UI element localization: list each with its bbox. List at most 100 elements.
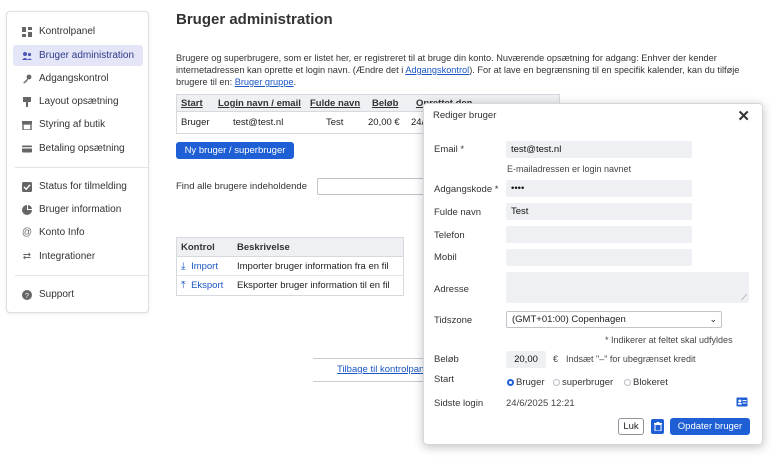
cell-start: Bruger xyxy=(181,117,210,128)
cell-fullname: Test xyxy=(326,117,344,128)
paintbrush-icon xyxy=(22,96,32,107)
sidebar-item-status-for-tilmelding[interactable]: Status for tilmelding xyxy=(13,176,143,197)
column-header-start[interactable]: Start xyxy=(181,95,203,112)
email-label: Email * xyxy=(434,144,465,155)
radio-superbruger[interactable]: superbruger xyxy=(553,377,613,388)
arrows-icon: ⇄ xyxy=(22,251,32,262)
pie-chart-icon xyxy=(22,204,32,215)
phone-field[interactable] xyxy=(506,226,692,243)
new-user-button[interactable]: Ny bruger / superbruger xyxy=(176,142,294,159)
address-field[interactable]: ⟋ xyxy=(506,272,749,303)
password-label: Adgangskode * xyxy=(434,184,499,195)
phone-label: Telefon xyxy=(434,230,465,241)
edit-user-dialog: Rediger bruger ✕ Email * test@test.nl E-… xyxy=(423,103,763,445)
fullname-label: Fulde navn xyxy=(434,207,482,218)
find-users-label: Find alle brugere indeholdende xyxy=(176,181,307,192)
divider xyxy=(313,381,425,382)
checkbox-icon xyxy=(22,181,32,192)
sidebar-item-label: Support xyxy=(39,289,75,300)
radio-label: superbruger xyxy=(562,377,614,388)
column-header-login[interactable]: Login navn / email xyxy=(218,95,301,112)
dashboard-icon xyxy=(22,26,32,37)
id-card-icon[interactable] xyxy=(736,397,748,410)
sidebar-item-support[interactable]: ? Support xyxy=(13,284,143,305)
radio-bruger[interactable]: Bruger xyxy=(507,377,545,388)
timezone-select[interactable]: (GMT+01:00) Copenhagen ⌄ xyxy=(506,311,722,328)
amount-hint: Indsæt "–" for ubegrænset kredit xyxy=(566,354,696,364)
upload-icon: ⤒ xyxy=(181,280,186,291)
sidebar-item-integrationer[interactable]: ⇄ Integrationer xyxy=(13,246,143,267)
last-login-value: 24/6/2025 12:21 xyxy=(506,398,575,409)
at-icon: @ xyxy=(21,227,33,238)
export-label: Eksport xyxy=(191,280,224,291)
page-title: Bruger administration xyxy=(176,11,333,28)
sidebar-item-label: Status for tilmelding xyxy=(39,181,127,192)
back-to-dashboard-link[interactable]: Tilbage til kontrolpanel xyxy=(337,364,425,375)
key-icon xyxy=(22,74,32,84)
sidebar-item-label: Kontrolpanel xyxy=(39,26,96,37)
cell-description: Importer bruger information fra en fil xyxy=(237,261,389,272)
email-field[interactable]: test@test.nl xyxy=(506,141,692,158)
start-label: Start xyxy=(434,374,455,385)
update-user-button[interactable]: Opdater bruger xyxy=(670,418,750,435)
column-header-control: Kontrol xyxy=(181,242,215,253)
control-table: Kontrol Beskrivelse ⤓ Import Importer br… xyxy=(176,237,404,296)
download-icon: ⤓ xyxy=(181,261,186,272)
radio-selected-icon xyxy=(507,379,514,386)
sidebar-item-label: Bruger administration xyxy=(39,50,135,61)
adgangskontrol-link[interactable]: Adgangskontrol xyxy=(405,65,469,75)
currency-symbol: € xyxy=(553,354,559,364)
users-icon xyxy=(22,51,32,61)
sidebar-item-label: Adgangskontrol xyxy=(39,73,109,84)
radio-blokeret[interactable]: Blokeret xyxy=(624,377,668,388)
import-label: Import xyxy=(191,261,218,272)
export-link[interactable]: ⤒ Eksport xyxy=(181,276,223,295)
column-header-amount[interactable]: Beløb xyxy=(372,95,398,112)
sidebar-item-styring-af-butik[interactable]: Styring af butik xyxy=(13,114,143,135)
svg-text:?: ? xyxy=(25,293,29,300)
intro-text-part: . xyxy=(293,77,297,87)
column-header-fullname[interactable]: Fulde navn xyxy=(310,95,360,112)
address-label: Adresse xyxy=(434,284,469,295)
radio-unselected-icon xyxy=(553,379,560,386)
sidebar-item-adgangskontrol[interactable]: Adgangskontrol xyxy=(13,68,143,89)
dialog-title: Rediger bruger xyxy=(433,110,497,121)
sidebar-item-label: Bruger information xyxy=(39,204,122,215)
sidebar-item-label: Styring af butik xyxy=(39,119,106,130)
sidebar-item-label: Konto Info xyxy=(39,227,85,238)
timezone-value: (GMT+01:00) Copenhagen xyxy=(512,314,626,325)
table-row: ⤓ Import Importer bruger information fra… xyxy=(177,257,403,276)
resize-handle-icon[interactable]: ⟋ xyxy=(741,293,747,303)
delete-user-icon[interactable] xyxy=(651,419,664,434)
sidebar-item-bruger-information[interactable]: Bruger information xyxy=(13,199,143,220)
divider xyxy=(313,358,425,359)
sidebar-item-label: Integrationer xyxy=(39,251,96,262)
sidebar-item-konto-info[interactable]: @ Konto Info xyxy=(13,222,143,243)
find-users-input[interactable] xyxy=(317,178,427,195)
mobile-label: Mobil xyxy=(434,252,457,263)
amount-label: Beløb xyxy=(434,354,459,365)
radio-label: Bruger xyxy=(516,377,545,388)
close-button[interactable]: Luk xyxy=(618,418,644,435)
cell-description: Eksporter bruger information til en fil xyxy=(237,280,390,291)
mobile-field[interactable] xyxy=(506,249,692,266)
cell-amount: 20,00 € xyxy=(368,117,400,128)
sidebar-item-bruger-administration[interactable]: Bruger administration xyxy=(13,45,143,66)
amount-field[interactable]: 20,00 xyxy=(506,351,546,368)
help-icon: ? xyxy=(22,289,32,300)
last-login-label: Sidste login xyxy=(434,398,484,409)
chevron-down-icon: ⌄ xyxy=(709,314,717,324)
sidebar-item-kontrolpanel[interactable]: Kontrolpanel xyxy=(13,21,143,42)
import-link[interactable]: ⤓ Import xyxy=(181,257,218,276)
sidebar-item-layout-opsaetning[interactable]: Layout opsætning xyxy=(13,91,143,112)
sidebar-item-betaling-opsaetning[interactable]: Betaling opsætning xyxy=(13,138,143,159)
close-icon[interactable]: ✕ xyxy=(737,107,750,125)
required-hint: * Indikerer at feltet skal udfyldes xyxy=(605,335,733,345)
fullname-field[interactable]: Test xyxy=(506,203,692,220)
radio-label: Blokeret xyxy=(633,377,668,388)
column-header-description: Beskrivelse xyxy=(237,242,290,253)
bruger-gruppe-link[interactable]: Bruger gruppe xyxy=(235,77,294,87)
cell-login: test@test.nl xyxy=(233,117,284,128)
password-field[interactable]: •••• xyxy=(506,180,692,197)
email-hint: E-mailadressen er login navnet xyxy=(507,164,632,174)
